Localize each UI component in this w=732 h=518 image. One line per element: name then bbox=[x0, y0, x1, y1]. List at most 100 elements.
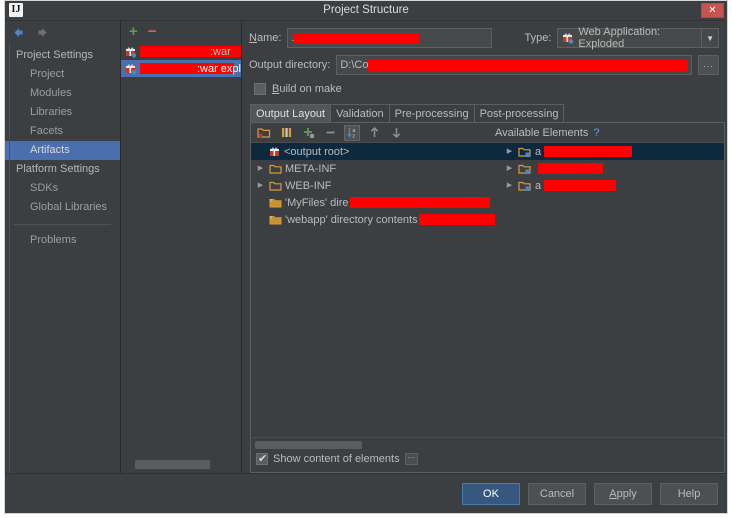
tree-twisty[interactable]: ▶ bbox=[504, 177, 515, 194]
sort-alphabetical-icon[interactable]: a z bbox=[344, 124, 360, 141]
artifact-detail-pane: Name: . Type: Web Application: Exploded … bbox=[242, 21, 727, 473]
name-label: Name: bbox=[249, 32, 282, 44]
tree-twisty[interactable]: ▶ bbox=[504, 160, 515, 177]
tree-row[interactable]: ▶ a bbox=[495, 177, 724, 194]
module-folder-icon bbox=[518, 180, 532, 192]
tree-twisty[interactable]: ▶ bbox=[255, 177, 266, 194]
build-on-make-checkbox[interactable] bbox=[254, 83, 266, 95]
tree-row-label: <output root> bbox=[284, 145, 350, 158]
artifact-icon bbox=[125, 63, 137, 75]
folder-link-icon bbox=[269, 197, 282, 209]
browse-button[interactable]: ... bbox=[697, 55, 719, 75]
ok-button[interactable]: OK bbox=[462, 482, 520, 505]
dialog-body: Project Settings Project Modules Librari… bbox=[5, 21, 727, 473]
tree-twisty: ▶ bbox=[255, 143, 266, 160]
title-bar: IJ Project Structure ✕ bbox=[5, 1, 727, 21]
tree-row[interactable]: 'webapp' directory contents bbox=[251, 211, 495, 228]
sidebar-item-global-libraries[interactable]: Global Libraries bbox=[5, 198, 120, 217]
module-folder-icon bbox=[518, 163, 532, 175]
tree-row[interactable]: ▶ META-INF bbox=[251, 160, 495, 177]
sidebar-item-sdks[interactable]: SDKs bbox=[5, 179, 120, 198]
tree-row[interactable]: ▶ WEB-INF bbox=[251, 177, 495, 194]
tree-twisty[interactable]: ▶ bbox=[504, 143, 515, 160]
redacted-text bbox=[418, 214, 495, 225]
sidebar-item-facets[interactable]: Facets bbox=[5, 122, 120, 141]
tree-row-prefix: a bbox=[535, 145, 542, 158]
redacted-text bbox=[538, 163, 603, 174]
sidebar-group-project-settings: Project Settings bbox=[16, 49, 94, 61]
output-directory-value: D:\Co bbox=[340, 59, 369, 71]
add-artifact-icon[interactable]: + bbox=[129, 24, 138, 39]
redacted-text bbox=[368, 59, 688, 71]
output-directory-label: Output directory: bbox=[249, 59, 331, 71]
chevron-down-icon[interactable]: ▼ bbox=[701, 29, 718, 47]
tree-row-label: META-INF bbox=[285, 162, 337, 175]
cancel-button[interactable]: Cancel bbox=[528, 482, 586, 505]
type-select[interactable]: Web Application: Exploded ▼ bbox=[557, 26, 719, 50]
layout-hscrollbar-thumb[interactable] bbox=[255, 441, 362, 449]
minus-icon[interactable] bbox=[322, 125, 338, 141]
show-content-options-button[interactable]: ··· bbox=[404, 453, 418, 465]
type-label: Type: bbox=[524, 32, 552, 44]
tab-post-processing[interactable]: Post-processing bbox=[473, 104, 565, 122]
tree-twisty[interactable]: ▶ bbox=[255, 160, 266, 177]
folder-icon bbox=[269, 163, 282, 175]
artifact-type-icon bbox=[562, 32, 574, 44]
plus-icon[interactable] bbox=[300, 125, 316, 141]
app-icon: IJ bbox=[9, 3, 23, 17]
arrow-left-icon[interactable] bbox=[12, 26, 25, 39]
tree-row[interactable]: ▶ bbox=[495, 160, 724, 177]
artifact-icon bbox=[125, 46, 137, 58]
redacted-text bbox=[349, 197, 490, 208]
folder-icon bbox=[269, 180, 282, 192]
close-icon[interactable]: ✕ bbox=[701, 3, 724, 18]
sidebar-item-project[interactable]: Project bbox=[5, 65, 120, 84]
name-input[interactable]: . bbox=[287, 28, 493, 48]
tree-row-label: WEB-INF bbox=[285, 179, 332, 192]
artifacts-list-panel: + − :war:war expl bbox=[121, 21, 242, 473]
output-root-tree: ▶ <output root> bbox=[251, 143, 495, 437]
redacted-text bbox=[544, 146, 633, 157]
help-icon[interactable]: ? bbox=[593, 127, 599, 139]
sidebar-item-modules[interactable]: Modules bbox=[5, 84, 120, 103]
help-button[interactable]: Help bbox=[660, 482, 718, 505]
list-item[interactable]: :war bbox=[121, 43, 241, 60]
tree-row[interactable]: ▶ <output root> bbox=[251, 143, 495, 160]
module-folder-icon bbox=[518, 146, 532, 158]
output-layout-footer: Show content of elements ··· bbox=[251, 437, 724, 472]
sidebar-item-problems[interactable]: Problems bbox=[5, 231, 120, 250]
sidebar-nav-list: Project Settings Project Modules Librari… bbox=[5, 43, 120, 473]
list-item[interactable]: :war expl bbox=[121, 60, 241, 77]
show-content-checkbox[interactable] bbox=[256, 452, 268, 465]
artifacts-hscrollbar-thumb[interactable] bbox=[135, 460, 210, 469]
tree-row[interactable]: 'MyFiles' dire bbox=[251, 194, 495, 211]
sidebar-item-libraries[interactable]: Libraries bbox=[5, 103, 120, 122]
remove-artifact-icon[interactable]: − bbox=[148, 24, 157, 39]
sidebar-group-platform-settings: Platform Settings bbox=[16, 163, 100, 175]
output-layout-body: ▶ <output root> bbox=[251, 143, 724, 437]
artifacts-list: :war :war expl bbox=[121, 43, 241, 473]
arrow-up-icon[interactable] bbox=[366, 125, 382, 141]
type-value: Web Application: Exploded bbox=[578, 26, 661, 50]
columns-icon[interactable] bbox=[278, 125, 294, 141]
tree-row-label: 'MyFiles' dire bbox=[285, 196, 349, 209]
artifacts-hscrollbar[interactable] bbox=[125, 460, 239, 469]
artifacts-toolbar: + − bbox=[121, 21, 241, 43]
name-row: Name: . Type: Web Application: Exploded … bbox=[242, 21, 727, 50]
redacted-text bbox=[544, 180, 617, 191]
sidebar-divider bbox=[14, 224, 111, 225]
svg-text:z: z bbox=[352, 133, 355, 139]
project-structure-dialog: IJ Project Structure ✕ Project Settings … bbox=[4, 0, 728, 514]
artifact-icon bbox=[269, 146, 281, 158]
arrow-down-icon[interactable] bbox=[388, 125, 404, 141]
add-folder-icon[interactable] bbox=[256, 125, 272, 141]
tree-row[interactable]: ▶ a bbox=[495, 143, 724, 160]
tab-validation[interactable]: Validation bbox=[330, 104, 390, 122]
apply-button[interactable]: Apply bbox=[594, 482, 652, 505]
sidebar-item-artifacts[interactable]: Artifacts bbox=[5, 141, 120, 160]
output-directory-row: Output directory: D:\Co ... bbox=[242, 50, 727, 77]
tab-output-layout[interactable]: Output Layout bbox=[250, 104, 332, 122]
arrow-right-icon[interactable] bbox=[36, 26, 49, 39]
tab-pre-processing[interactable]: Pre-processing bbox=[388, 104, 475, 122]
output-directory-input[interactable]: D:\Co bbox=[336, 55, 692, 75]
